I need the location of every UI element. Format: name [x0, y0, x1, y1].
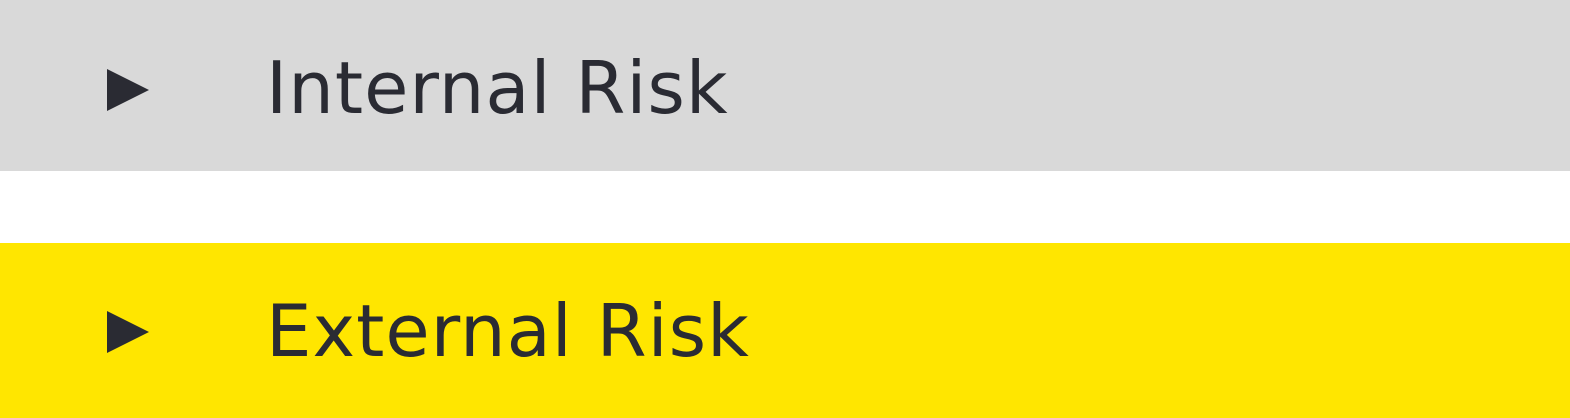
accordion-item-label: External Risk	[266, 289, 750, 373]
triangle-right-icon	[107, 311, 149, 353]
accordion-item-label: Internal Risk	[266, 46, 729, 130]
triangle-right-icon	[107, 69, 149, 111]
accordion-item-external-risk[interactable]: External Risk	[0, 243, 1570, 418]
accordion-item-internal-risk[interactable]: Internal Risk	[0, 0, 1570, 171]
risk-accordion: Internal Risk External Risk	[0, 0, 1570, 418]
